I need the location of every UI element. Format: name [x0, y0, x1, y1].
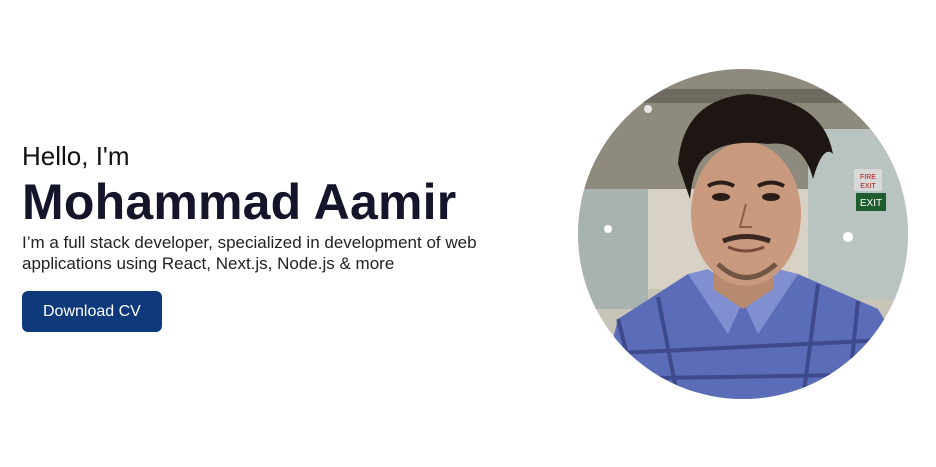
profile-photo: FIRE EXIT EXIT [578, 69, 908, 399]
sign-fire-text: FIRE [860, 174, 876, 181]
sign-exit-text: EXIT [860, 183, 876, 190]
hero-section: Hello, I'm Mohammad Aamir I’m a full sta… [0, 0, 936, 467]
hero-tagline: I’m a full stack developer, specialized … [22, 233, 477, 273]
sign-exit2-text: EXIT [860, 198, 882, 209]
hero-name: Mohammad Aamir [22, 174, 457, 230]
hero-greeting: Hello, I'm [22, 141, 130, 171]
download-cv-button[interactable]: Download CV [22, 291, 162, 332]
hero-text: Hello, I'm Mohammad Aamir I’m a full sta… [22, 140, 542, 332]
profile-photo-illustration: FIRE EXIT EXIT [578, 69, 908, 399]
